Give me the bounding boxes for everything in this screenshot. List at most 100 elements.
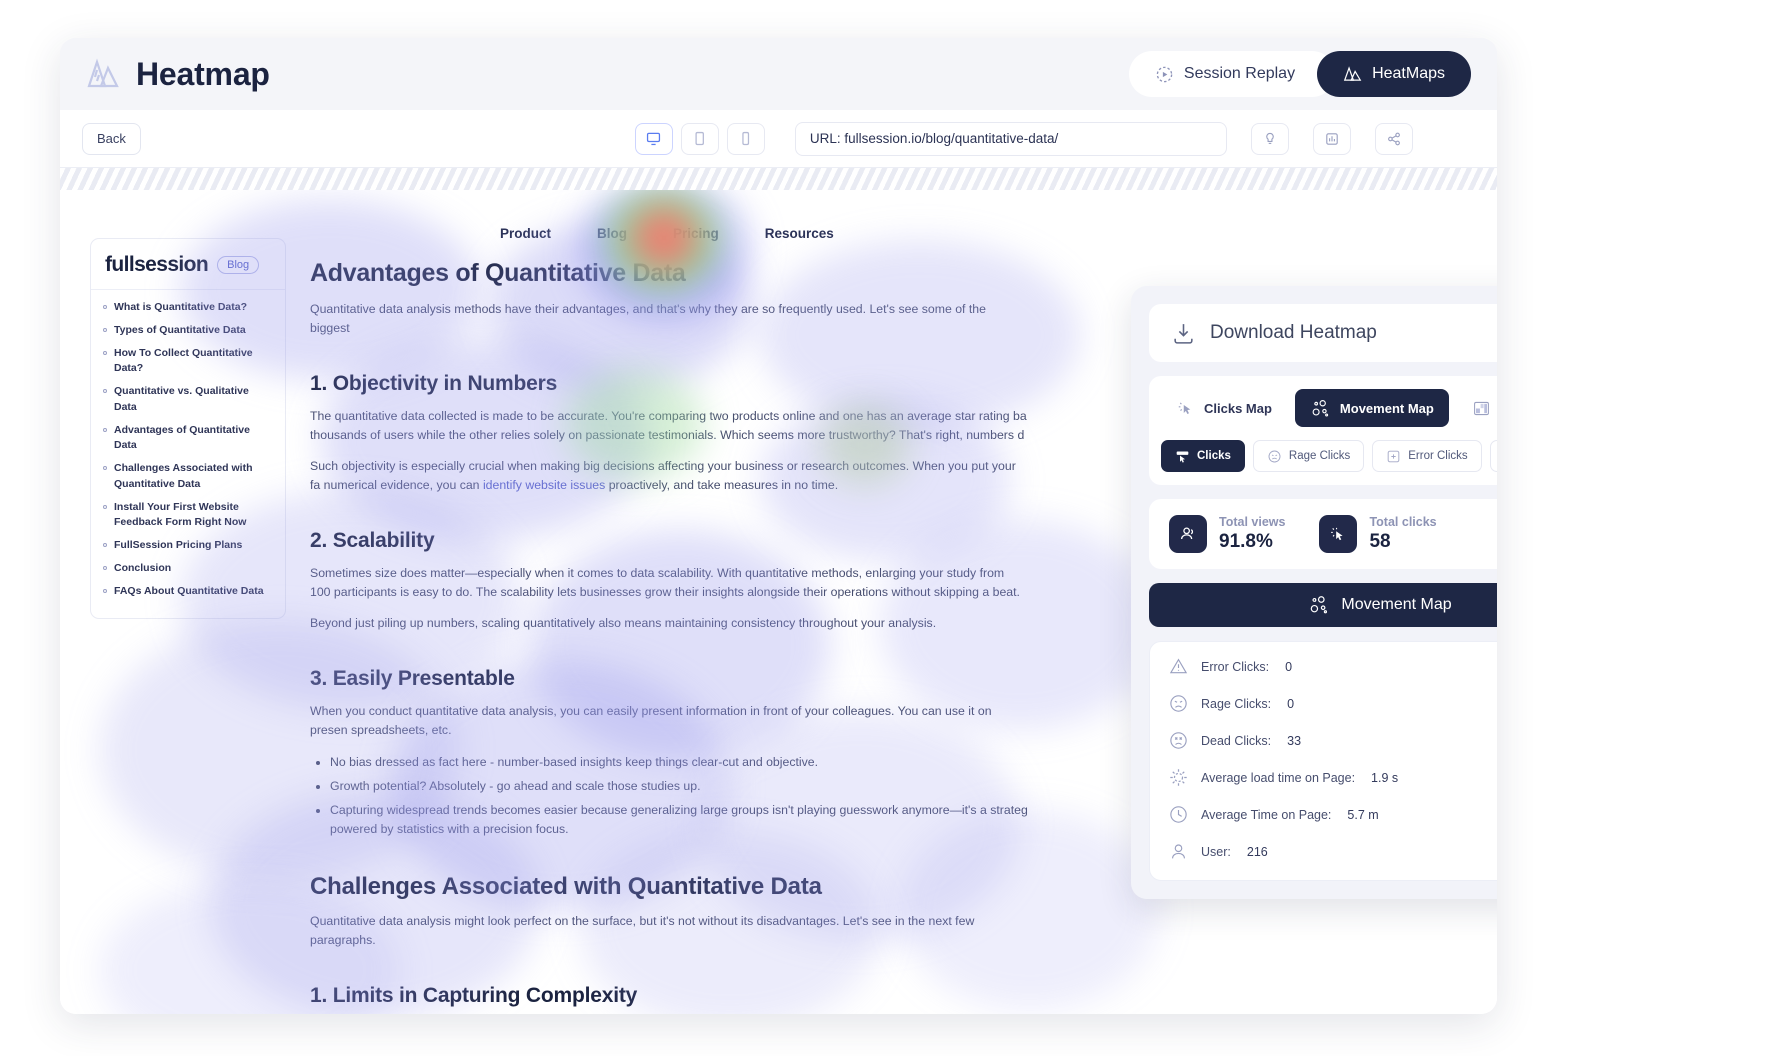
- list-item[interactable]: How To Collect Quantitative Data?: [103, 346, 273, 378]
- map-type-switch: Clicks Map Movement Map: [1149, 376, 1497, 440]
- total-views-stat: Total views 91.8%: [1169, 515, 1285, 553]
- error-clicks-filter-label: Error Clicks: [1408, 450, 1468, 462]
- toc-item-label: Types of Quantitative Data: [114, 323, 246, 336]
- desktop-icon[interactable]: [634, 122, 673, 155]
- bulb-icon[interactable]: [1250, 122, 1289, 155]
- list-item[interactable]: Conclusion: [103, 561, 273, 577]
- total-views-label: Total views: [1219, 515, 1286, 529]
- heatmaps-button[interactable]: HeatMaps: [1317, 51, 1471, 97]
- click-cursor-icon: [1175, 449, 1190, 464]
- toc-item-label: Install Your First Website Feedback Form…: [114, 500, 247, 529]
- url-input[interactable]: URL: fullsession.io/blog/quantitative-da…: [794, 121, 1227, 156]
- mountain-logo-icon: [86, 58, 122, 90]
- metric-value: 0: [1285, 659, 1293, 674]
- toc-item-label: Quantitative vs. Qualitative Data: [114, 385, 249, 413]
- sad-face-icon: [1168, 730, 1189, 751]
- session-replay-label: Session Replay: [1183, 65, 1296, 82]
- page-title: Heatmap: [136, 55, 270, 92]
- metric-avg-time-on-page: Average Time on Page: 5.7 m: [1168, 804, 1497, 825]
- toc-item-label: Challenges Associated with Quantitative …: [114, 462, 253, 490]
- tablet-icon[interactable]: [680, 122, 719, 155]
- error-square-icon: [1386, 449, 1401, 464]
- rage-clicks-filter-label: Rage Clicks: [1288, 450, 1351, 462]
- heatmap-canvas: fullsession Blog What is Quantitative Da…: [60, 168, 1497, 1014]
- list-item[interactable]: Challenges Associated with Quantitative …: [103, 461, 273, 493]
- bullet-icon: [103, 504, 107, 509]
- metric-value: 0: [1287, 696, 1295, 711]
- paragraph: Such objectivity is especially crucial w…: [310, 457, 1028, 495]
- list-item[interactable]: FAQs About Quantitative Data: [103, 584, 273, 600]
- download-heatmap-button[interactable]: Download Heatmap: [1149, 304, 1497, 362]
- share-icon[interactable]: [1374, 122, 1413, 155]
- play-circle-icon: [1155, 65, 1174, 84]
- metric-avg-load-time: Average load time on Page: 1.9 s: [1168, 767, 1497, 788]
- blog-table-of-contents: fullsession Blog What is Quantitative Da…: [90, 238, 286, 620]
- bullet-icon: [103, 427, 107, 432]
- active-map-banner: Movement Map: [1149, 583, 1497, 627]
- session-replay-button[interactable]: Session Replay: [1128, 51, 1336, 97]
- metric-value: 5.7 m: [1347, 807, 1379, 822]
- error-clicks-filter-chip[interactable]: Error Clicks: [1372, 440, 1482, 472]
- nav-item-pricing[interactable]: Pricing: [673, 226, 719, 241]
- bullet-icon: [103, 350, 107, 355]
- download-icon: [1171, 321, 1196, 346]
- brand: fullsession Blog: [91, 239, 285, 289]
- cursor-click-icon: [1319, 515, 1358, 553]
- list-item[interactable]: What is Quantitative Data?: [103, 300, 273, 316]
- paragraph: Beyond just piling up numbers, scaling q…: [310, 616, 937, 631]
- hatched-strip: [60, 168, 1497, 190]
- metric-value: 216: [1246, 844, 1268, 859]
- dead-clicks-filter-chip[interactable]: Dead Clicks: [1489, 440, 1497, 472]
- movement-map-button[interactable]: Movement Map: [1294, 389, 1449, 427]
- metric-label: Average load time on Page:: [1201, 770, 1356, 785]
- list-item[interactable]: Quantitative vs. Qualitative Data: [103, 384, 273, 416]
- bullet-list: No bias dressed as fact here - number-ba…: [330, 753, 1036, 839]
- list-item: Capturing widespread trends becomes easi…: [330, 801, 1036, 839]
- post-title: Advantages of Quantitative Data: [310, 259, 686, 287]
- nav-item-blog[interactable]: Blog: [597, 226, 627, 241]
- clicks-filter-chip[interactable]: Clicks: [1161, 440, 1245, 472]
- bullet-icon: [103, 466, 107, 470]
- toolbar: Back URL: fullsession.io/blog/quantitati…: [60, 110, 1497, 168]
- back-button[interactable]: Back: [82, 122, 141, 155]
- scroll-map-button[interactable]: Scroll Map: [1456, 389, 1497, 427]
- metric-error-clicks: Error Clicks: 0: [1168, 656, 1497, 677]
- metric-users: User: 216: [1168, 841, 1497, 862]
- total-clicks-label: Total clicks: [1369, 515, 1437, 529]
- list-item[interactable]: Install Your First Website Feedback Form…: [103, 500, 273, 532]
- nav-item-product[interactable]: Product: [500, 226, 551, 241]
- rage-clicks-filter-chip[interactable]: Rage Clicks: [1252, 440, 1365, 472]
- mobile-icon[interactable]: [726, 122, 765, 155]
- paragraph: Quantitative data analysis might look pe…: [310, 913, 975, 947]
- warning-triangle-icon: [1168, 656, 1189, 677]
- clicks-filter-label: Clicks: [1197, 450, 1231, 462]
- list-item[interactable]: FullSession Pricing Plans: [103, 538, 273, 554]
- metric-dead-clicks: Dead Clicks: 33: [1168, 730, 1497, 751]
- header-mode-switch: Session Replay HeatMaps: [1128, 51, 1471, 97]
- nav-item-resources[interactable]: Resources: [765, 226, 834, 241]
- list-item: Growth potential? Absolutely - go ahead …: [330, 777, 1036, 796]
- user-icon: [1168, 841, 1189, 862]
- toc-item-label: FAQs About Quantitative Data: [114, 584, 264, 597]
- clicks-map-label: Clicks Map: [1204, 400, 1272, 416]
- heatmap-settings-panel: Download Heatmap Clicks Map Movement Map…: [1131, 286, 1497, 899]
- heatmaps-label: HeatMaps: [1372, 65, 1445, 82]
- movement-dots-icon: [1308, 594, 1330, 616]
- loading-spinner-icon: [1168, 767, 1189, 788]
- cursor-click-icon: [1176, 399, 1195, 418]
- click-type-filters: Clicks Rage Clicks Error Clicks: [1149, 440, 1497, 485]
- toc-item-label: FullSession Pricing Plans: [114, 539, 243, 551]
- brand-pill: Blog: [217, 256, 260, 274]
- list-item[interactable]: Types of Quantitative Data: [103, 323, 273, 339]
- paragraph-part: proactively, and take measures in no tim…: [605, 478, 839, 493]
- clicks-map-button[interactable]: Clicks Map: [1161, 389, 1287, 427]
- url-text: URL: fullsession.io/blog/quantitative-da…: [809, 131, 1059, 146]
- active-map-label: Movement Map: [1341, 596, 1452, 613]
- paragraph: When you conduct quantitative data analy…: [310, 704, 992, 738]
- toc-list: What is Quantitative Data? Types of Quan…: [91, 289, 285, 599]
- list-item[interactable]: Advantages of Quantitative Data: [103, 423, 273, 455]
- users-icon: [1169, 515, 1207, 553]
- inline-link[interactable]: identify website issues: [483, 478, 605, 492]
- download-heatmap-label: Download Heatmap: [1210, 322, 1377, 343]
- report-icon[interactable]: [1312, 122, 1351, 155]
